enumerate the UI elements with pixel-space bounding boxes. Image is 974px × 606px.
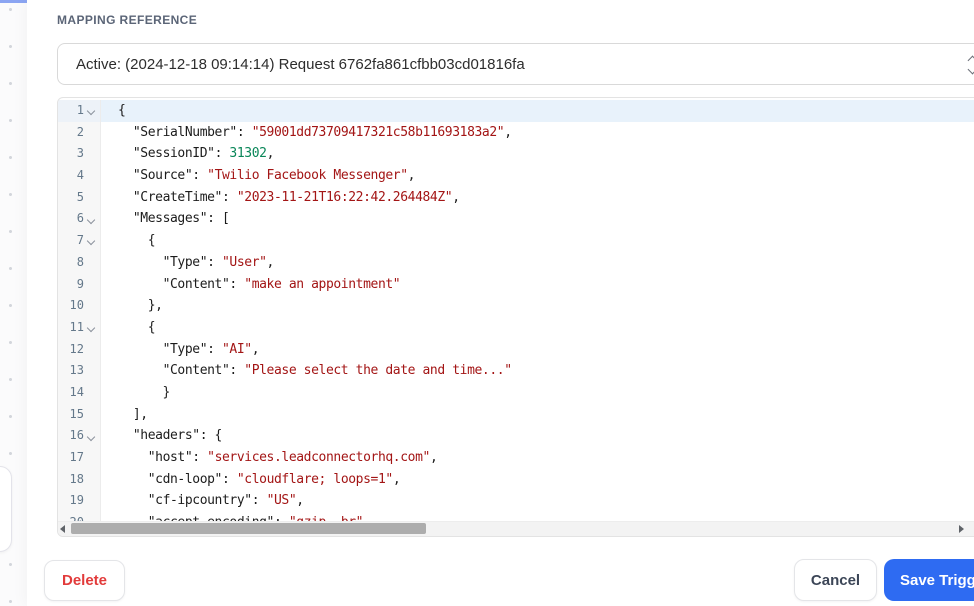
code-line: 6 "Messages": [ bbox=[58, 208, 974, 231]
code-text: "Content": "Please select the date and t… bbox=[162, 363, 512, 379]
code-line: 8 "Type": "User", bbox=[58, 251, 974, 274]
save-trigger-button[interactable]: Save Trigger bbox=[884, 559, 974, 601]
trigger-settings-panel: MAPPING REFERENCE Active: (2024-12-18 09… bbox=[27, 0, 974, 606]
fold-chevron-icon[interactable] bbox=[86, 323, 96, 333]
line-number: 5 bbox=[76, 189, 84, 204]
code-text: "SessionID": 31302, bbox=[132, 146, 275, 162]
code-lines: 1{2 "SerialNumber": "59001dd73709417321c… bbox=[58, 98, 974, 534]
code-line: 7 { bbox=[58, 230, 974, 252]
code-line: 14 } bbox=[58, 381, 974, 404]
code-text: "CreateTime": "2023-11-21T16:22:42.26448… bbox=[132, 189, 460, 205]
gutter-cell: 7 bbox=[58, 230, 101, 252]
code-line: 18 "cdn-loop": "cloudflare; loops=1", bbox=[58, 468, 974, 491]
gutter-cell: 17 bbox=[58, 447, 101, 469]
line-number: 10 bbox=[69, 298, 84, 313]
code-line: 4 "Source": "Twilio Facebook Messenger", bbox=[58, 165, 974, 187]
code-line: 2 "SerialNumber": "59001dd73709417321c58… bbox=[58, 121, 974, 144]
mapping-reference-selected-value: Active: (2024-12-18 09:14:14) Request 67… bbox=[76, 55, 525, 73]
code-text: "Source": "Twilio Facebook Messenger", bbox=[132, 168, 416, 184]
line-number: 2 bbox=[76, 124, 84, 139]
gutter-cell: 2 bbox=[58, 121, 101, 144]
line-number: 12 bbox=[69, 341, 84, 356]
workflow-node-partial bbox=[0, 466, 12, 552]
code-text: "Messages": [ bbox=[132, 211, 230, 227]
scrollbar-left-arrow-icon[interactable] bbox=[60, 525, 65, 533]
gutter-cell: 14 bbox=[58, 381, 101, 404]
gutter-cell: 3 bbox=[58, 143, 101, 166]
fold-chevron-icon[interactable] bbox=[86, 107, 96, 116]
code-line: 9 "Content": "make an appointment" bbox=[58, 273, 974, 296]
code-text: "headers": { bbox=[132, 428, 223, 444]
line-number: 6 bbox=[76, 211, 84, 226]
code-line: 5 "CreateTime": "2023-11-21T16:22:42.264… bbox=[58, 186, 974, 209]
gutter-cell: 10 bbox=[58, 295, 101, 317]
line-number: 7 bbox=[76, 233, 84, 248]
code-text: ], bbox=[118, 406, 148, 422]
line-number: 15 bbox=[69, 406, 84, 421]
code-text: "Type": "AI", bbox=[162, 341, 260, 357]
code-text: { bbox=[118, 233, 156, 249]
gutter-cell: 8 bbox=[58, 251, 101, 274]
code-text: "host": "services.leadconnectorhq.com", bbox=[147, 450, 438, 465]
gutter-cell: 6 bbox=[58, 208, 101, 231]
line-number: 16 bbox=[69, 428, 84, 443]
gutter-cell: 1 bbox=[58, 100, 101, 122]
json-editor[interactable]: 1{2 "SerialNumber": "59001dd73709417321c… bbox=[57, 97, 974, 537]
code-line: 16 "headers": { bbox=[58, 425, 974, 447]
gutter-cell: 13 bbox=[58, 360, 101, 382]
line-number: 4 bbox=[76, 168, 84, 183]
mapping-reference-select[interactable]: Active: (2024-12-18 09:14:14) Request 67… bbox=[57, 43, 974, 85]
fold-chevron-icon[interactable] bbox=[86, 237, 96, 246]
code-text: "Content": "make an appointment" bbox=[162, 276, 401, 292]
fold-chevron-icon[interactable] bbox=[86, 215, 96, 225]
code-text: "Type": "User", bbox=[162, 254, 275, 270]
line-number: 18 bbox=[69, 471, 84, 486]
code-text: "SerialNumber": "59001dd73709417321c58b1… bbox=[132, 124, 512, 140]
gutter-cell: 4 bbox=[58, 165, 101, 187]
code-line: 19 "cf-ipcountry": "US", bbox=[58, 490, 974, 513]
mapping-reference-label: MAPPING REFERENCE bbox=[57, 13, 198, 27]
code-line: 10 }, bbox=[58, 295, 974, 317]
code-line: 15 ], bbox=[58, 403, 974, 426]
cancel-button[interactable]: Cancel bbox=[794, 559, 877, 601]
line-number: 8 bbox=[76, 254, 84, 269]
gutter-cell: 19 bbox=[58, 490, 101, 513]
code-text: "cdn-loop": "cloudflare; loops=1", bbox=[147, 471, 401, 487]
gutter-cell: 16 bbox=[58, 425, 101, 447]
line-number: 14 bbox=[69, 384, 84, 399]
gutter-cell: 15 bbox=[58, 403, 101, 426]
gutter-cell: 11 bbox=[58, 316, 101, 339]
code-text: }, bbox=[118, 298, 163, 314]
fold-chevron-icon[interactable] bbox=[86, 432, 96, 441]
code-line: 1{ bbox=[58, 100, 974, 122]
code-line: 17 "host": "services.leadconnectorhq.com… bbox=[58, 447, 974, 469]
delete-button[interactable]: Delete bbox=[44, 560, 125, 601]
code-text: } bbox=[118, 384, 171, 400]
line-number: 11 bbox=[69, 319, 84, 334]
code-line: 13 "Content": "Please select the date an… bbox=[58, 360, 974, 382]
scrollbar-right-arrow-icon[interactable] bbox=[959, 525, 964, 533]
line-number: 19 bbox=[69, 493, 84, 508]
code-text: "cf-ipcountry": "US", bbox=[147, 493, 304, 509]
line-number: 17 bbox=[69, 450, 84, 464]
gutter-cell: 12 bbox=[58, 338, 101, 361]
line-number: 9 bbox=[76, 276, 84, 291]
code-line: 3 "SessionID": 31302, bbox=[58, 143, 974, 166]
line-number: 3 bbox=[76, 146, 84, 161]
horizontal-scrollbar[interactable] bbox=[58, 521, 974, 536]
code-text: { bbox=[118, 319, 156, 335]
horizontal-scrollbar-thumb[interactable] bbox=[71, 523, 426, 534]
code-text: { bbox=[101, 100, 974, 122]
code-line: 11 { bbox=[58, 316, 974, 339]
code-line: 12 "Type": "AI", bbox=[58, 338, 974, 361]
select-chevrons-icon bbox=[966, 55, 974, 75]
gutter-cell: 5 bbox=[58, 186, 101, 209]
line-number: 13 bbox=[69, 363, 84, 378]
canvas-top-accent-line bbox=[0, 0, 28, 3]
gutter-cell: 18 bbox=[58, 468, 101, 491]
line-number: 1 bbox=[76, 103, 84, 117]
gutter-cell: 9 bbox=[58, 273, 101, 296]
